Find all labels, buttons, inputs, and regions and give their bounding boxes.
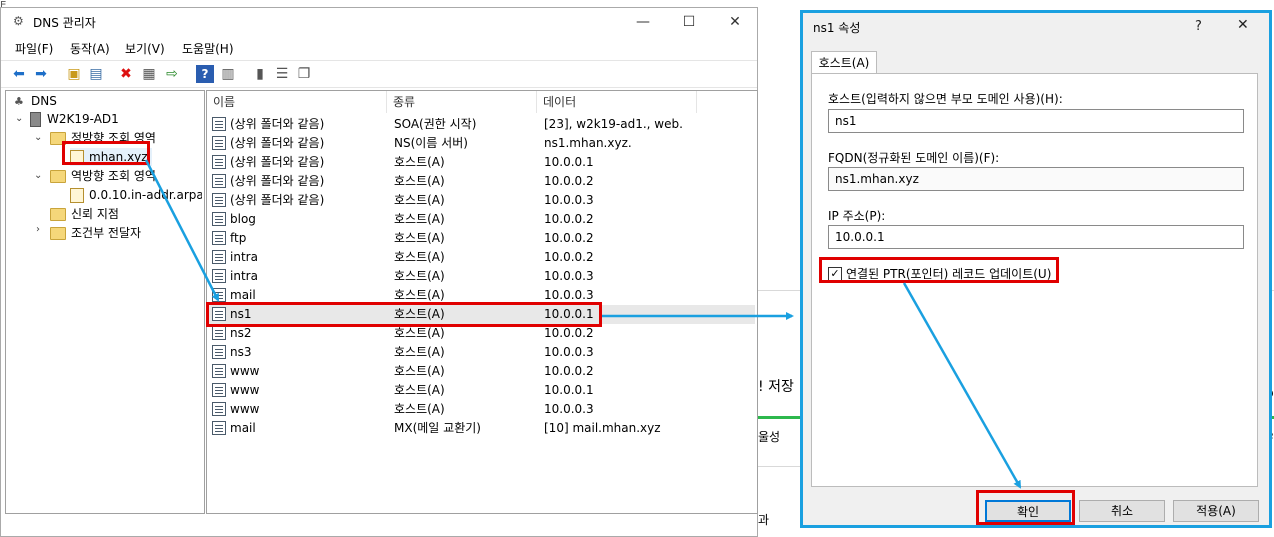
- arrow-zone-to-record: [144, 159, 220, 302]
- annotation-arrows: [144, 159, 1022, 489]
- arrow-checkbox-to-ok: [902, 282, 1022, 489]
